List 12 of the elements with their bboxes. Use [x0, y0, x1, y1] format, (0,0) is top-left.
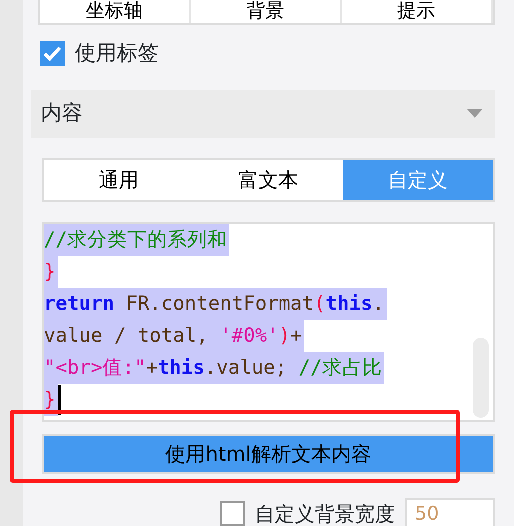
text-cursor: [58, 385, 61, 416]
html-parse-toggle[interactable]: 使用html解析文本内容: [42, 434, 495, 474]
checkbox[interactable]: [40, 41, 65, 66]
chart-tab[interactable]: 提示: [342, 0, 493, 23]
code-editor[interactable]: //求分类下的系列和 } return FR.contentFormat(this. value / total, '#0%')+ "<br>值:"+this.value; //求占比 }: [42, 222, 495, 422]
checkbox-label: 自定义背景宽度: [255, 500, 395, 526]
chart-tab[interactable]: 背景: [191, 0, 342, 23]
chart-tab[interactable]: 坐标轴: [40, 0, 191, 23]
content-dropdown[interactable]: 内容: [31, 90, 495, 138]
checkbox[interactable]: [220, 501, 245, 526]
checkbox-label: 使用标签: [75, 40, 159, 67]
dropdown-caret-icon: [467, 109, 483, 118]
